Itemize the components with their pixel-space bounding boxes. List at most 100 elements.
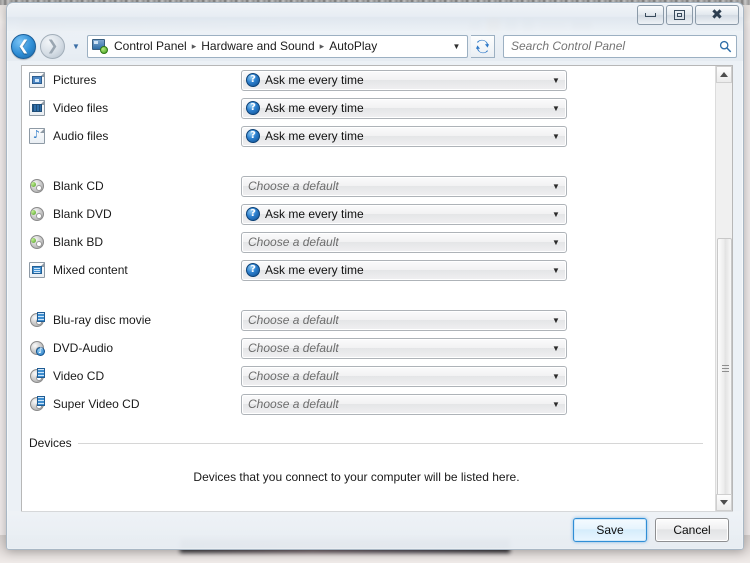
pictures-file-icon	[29, 72, 45, 88]
media-type-label-cell: Audio files	[29, 128, 241, 144]
window-controls: ✖	[637, 5, 739, 25]
close-button[interactable]: ✖	[695, 5, 739, 25]
recent-pages-button[interactable]: ▼	[69, 34, 83, 59]
ask-every-time-icon: ?	[246, 73, 260, 87]
autoplay-action-dropdown[interactable]: Choose a default ▼	[241, 365, 567, 387]
devices-group-title: Devices	[29, 436, 72, 450]
minimize-icon	[645, 13, 656, 17]
chevron-down-icon: ▼	[552, 131, 560, 141]
ask-every-time-icon: ?	[246, 101, 260, 115]
window-titlebar: ✖	[7, 3, 743, 31]
media-type-label-cell: Pictures	[29, 72, 241, 88]
dropdown-selected-value: Choose a default	[248, 235, 339, 249]
autoplay-action-dropdown[interactable]: ? Ask me every time ▼	[241, 259, 567, 281]
media-type-name: Video CD	[53, 369, 105, 383]
media-type-label-cell: Blu-ray disc movie	[29, 312, 241, 328]
ask-every-time-icon: ?	[246, 263, 260, 277]
save-button[interactable]: Save	[573, 518, 647, 542]
bluray-movie-disc-icon	[29, 312, 45, 328]
media-type-label-cell: Blank DVD	[29, 206, 241, 222]
video-file-icon	[29, 100, 45, 116]
media-type-label-cell: Video CD	[29, 368, 241, 384]
breadcrumb-item-control-panel[interactable]: Control Panel	[110, 37, 191, 55]
settings-scroll-area: Pictures? Ask me every time ▼ Video files? A…	[22, 66, 715, 511]
autoplay-action-dropdown[interactable]: Choose a default ▼	[241, 393, 567, 415]
chevron-down-icon: ▼	[552, 343, 560, 353]
close-icon: ✖	[711, 7, 723, 23]
autoplay-action-dropdown[interactable]: ? Ask me every time ▼	[241, 203, 567, 225]
media-type-name: Blank BD	[53, 235, 104, 249]
dropdown-selected-value: Choose a default	[248, 179, 339, 193]
search-input[interactable]	[511, 39, 719, 53]
chevron-down-icon: ▼	[452, 41, 461, 51]
triangle-down-icon	[720, 500, 728, 505]
scrollbar-thumb[interactable]	[717, 238, 732, 500]
media-type-row: Blank DVD? Ask me every time ▼	[22, 200, 715, 228]
breadcrumb-item-autoplay[interactable]: AutoPlay	[325, 37, 381, 55]
chevron-down-icon: ▼	[552, 237, 560, 247]
chevron-down-icon: ▼	[552, 181, 560, 191]
media-type-row: Blank CD Choose a default ▼	[22, 172, 715, 200]
refresh-icon	[475, 39, 490, 53]
dialog-command-bar: Save Cancel	[7, 511, 743, 549]
breadcrumb: Control Panel ▸ Hardware and Sound ▸ Aut…	[110, 37, 448, 55]
mixed-content-icon	[29, 262, 45, 278]
forward-arrow-icon: ❯	[46, 38, 59, 54]
back-arrow-icon: ❮	[17, 38, 30, 54]
media-type-row: Blank BD Choose a default ▼	[22, 228, 715, 256]
vertical-scrollbar[interactable]	[715, 66, 732, 511]
super-video-cd-disc-icon	[29, 396, 45, 412]
autoplay-action-dropdown[interactable]: ? Ask me every time ▼	[241, 125, 567, 147]
devices-empty-message: Devices that you connect to your compute…	[193, 470, 520, 484]
breadcrumb-item-hardware-and-sound[interactable]: Hardware and Sound	[197, 37, 318, 55]
media-type-name: Blu-ray disc movie	[53, 313, 152, 327]
control-panel-icon	[91, 38, 108, 54]
dropdown-selected-value: Choose a default	[248, 313, 339, 327]
media-type-row: Pictures ? Ask me every time ▼	[22, 66, 715, 94]
triangle-up-icon	[720, 72, 728, 77]
media-type-list: Pictures? Ask me every time ▼ Video files? A…	[22, 66, 715, 418]
minimize-button[interactable]	[637, 5, 664, 25]
devices-group-divider	[77, 442, 703, 444]
scroll-down-button[interactable]	[716, 494, 732, 511]
media-type-name: Super Video CD	[53, 397, 140, 411]
devices-group-header: Devices	[22, 436, 715, 450]
autoplay-action-dropdown[interactable]: Choose a default ▼	[241, 175, 567, 197]
cancel-button[interactable]: Cancel	[655, 518, 729, 542]
dropdown-selected-value: Choose a default	[248, 397, 339, 411]
autoplay-action-dropdown[interactable]: ? Ask me every time ▼	[241, 69, 567, 91]
scroll-up-button[interactable]	[716, 66, 732, 83]
forward-button[interactable]: ❯	[40, 33, 65, 59]
search-icon	[719, 40, 732, 53]
dropdown-selected-value: Ask me every time	[265, 207, 364, 221]
autoplay-content-pane: Pictures? Ask me every time ▼ Video files? A…	[21, 65, 733, 512]
ask-every-time-icon: ?	[246, 207, 260, 221]
media-type-name: Blank DVD	[53, 207, 112, 221]
restore-button[interactable]	[666, 5, 693, 25]
media-type-name: Blank CD	[53, 179, 104, 193]
navigation-bar: ❮ ❯ ▼ Control Panel ▸ Hardware and Sound…	[7, 31, 743, 61]
media-type-label-cell: Blank BD	[29, 234, 241, 250]
autoplay-action-dropdown[interactable]: Choose a default ▼	[241, 337, 567, 359]
address-history-dropdown[interactable]: ▼	[448, 36, 465, 57]
dvd-audio-disc-icon	[29, 340, 45, 356]
dropdown-selected-value: Choose a default	[248, 369, 339, 383]
chevron-down-icon: ▼	[552, 75, 560, 85]
media-type-label-cell: Blank CD	[29, 178, 241, 194]
media-type-name: Pictures	[53, 73, 97, 87]
search-box[interactable]	[503, 34, 737, 58]
media-type-row: Blu-ray disc movie Choose a default ▼	[22, 306, 715, 334]
dropdown-selected-value: Ask me every time	[265, 129, 364, 143]
autoplay-action-dropdown[interactable]: Choose a default ▼	[241, 231, 567, 253]
media-type-row: Video files? Ask me every time ▼	[22, 94, 715, 122]
autoplay-window: ✖ ❮ ❯ ▼ Control Panel ▸ Hardware and Sou…	[6, 2, 744, 550]
refresh-button[interactable]	[471, 34, 495, 58]
chevron-down-icon: ▼	[552, 209, 560, 219]
autoplay-action-dropdown[interactable]: ? Ask me every time ▼	[241, 97, 567, 119]
media-type-label-cell: Mixed content	[29, 262, 241, 278]
chevron-down-icon: ▼	[552, 371, 560, 381]
address-bar[interactable]: Control Panel ▸ Hardware and Sound ▸ Aut…	[87, 34, 468, 58]
back-button[interactable]: ❮	[11, 33, 36, 59]
chevron-down-icon: ▼	[72, 41, 80, 51]
autoplay-action-dropdown[interactable]: Choose a default ▼	[241, 309, 567, 331]
